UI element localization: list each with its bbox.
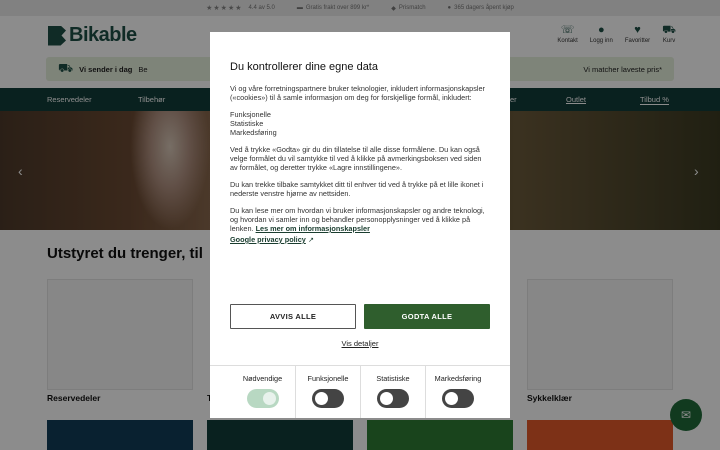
necessary-switch [246,389,279,408]
toggle-label: Statistiske [376,374,410,383]
cookie-info-link[interactable]: Les mer om informasjonskapsler [256,224,370,233]
consent-title: Du kontrollerer dine egne data [230,61,378,73]
consent-scroll-area[interactable]: Du kontrollerer dine egne data Vi og vår… [210,32,510,286]
switch-knob [315,392,328,405]
toggle-marketing: Markedsføring [425,366,490,418]
purpose-item: Statistiske [230,119,264,128]
cookie-consent-dialog: Du kontrollerer dine egne data Vi og vår… [210,32,510,418]
consent-paragraph-more: Du kan lese mer om hvordan vi bruker inf… [230,206,490,233]
purpose-item: Markedsføring [230,128,277,137]
functional-switch[interactable] [312,389,344,408]
google-privacy-link[interactable]: Google privacy policy [230,235,306,244]
accept-all-button[interactable]: GODTA ALLE [364,304,490,329]
purpose-item: Funksjonelle [230,110,271,119]
switch-knob [262,392,276,405]
consent-paragraph-accept: Ved å trykke «Godta» gir du din tillatel… [230,145,482,172]
switch-knob [380,392,393,405]
switch-knob [445,392,458,405]
toggle-functional: Funksjonelle [295,366,360,418]
consent-buttons: AVVIS ALLE GODTA ALLE [230,304,490,329]
show-details-link[interactable]: Vis detaljer [210,339,510,348]
consent-toggles: Nødvendige Funksjonelle Statistiske Mark… [210,365,510,418]
marketing-switch[interactable] [442,389,474,408]
toggle-statistics: Statistiske [360,366,425,418]
statistics-switch[interactable] [377,389,409,408]
external-link-icon: ↗ [308,237,314,244]
toggle-label: Nødvendige [242,374,283,383]
toggle-label: Funksjonelle [307,374,349,383]
google-privacy-row: Google privacy policy ↗ [230,235,490,244]
consent-intro: Vi og våre forretningspartnere bruker te… [230,84,485,102]
reject-all-button[interactable]: AVVIS ALLE [230,304,356,329]
purpose-list: Funksjonelle Statistiske Markedsføring [230,110,490,137]
toggle-necessary: Nødvendige [230,366,295,418]
toggle-label: Markedsføring [434,374,482,383]
consent-paragraph-withdraw: Du kan trekke tilbake samtykket ditt til… [230,180,484,198]
